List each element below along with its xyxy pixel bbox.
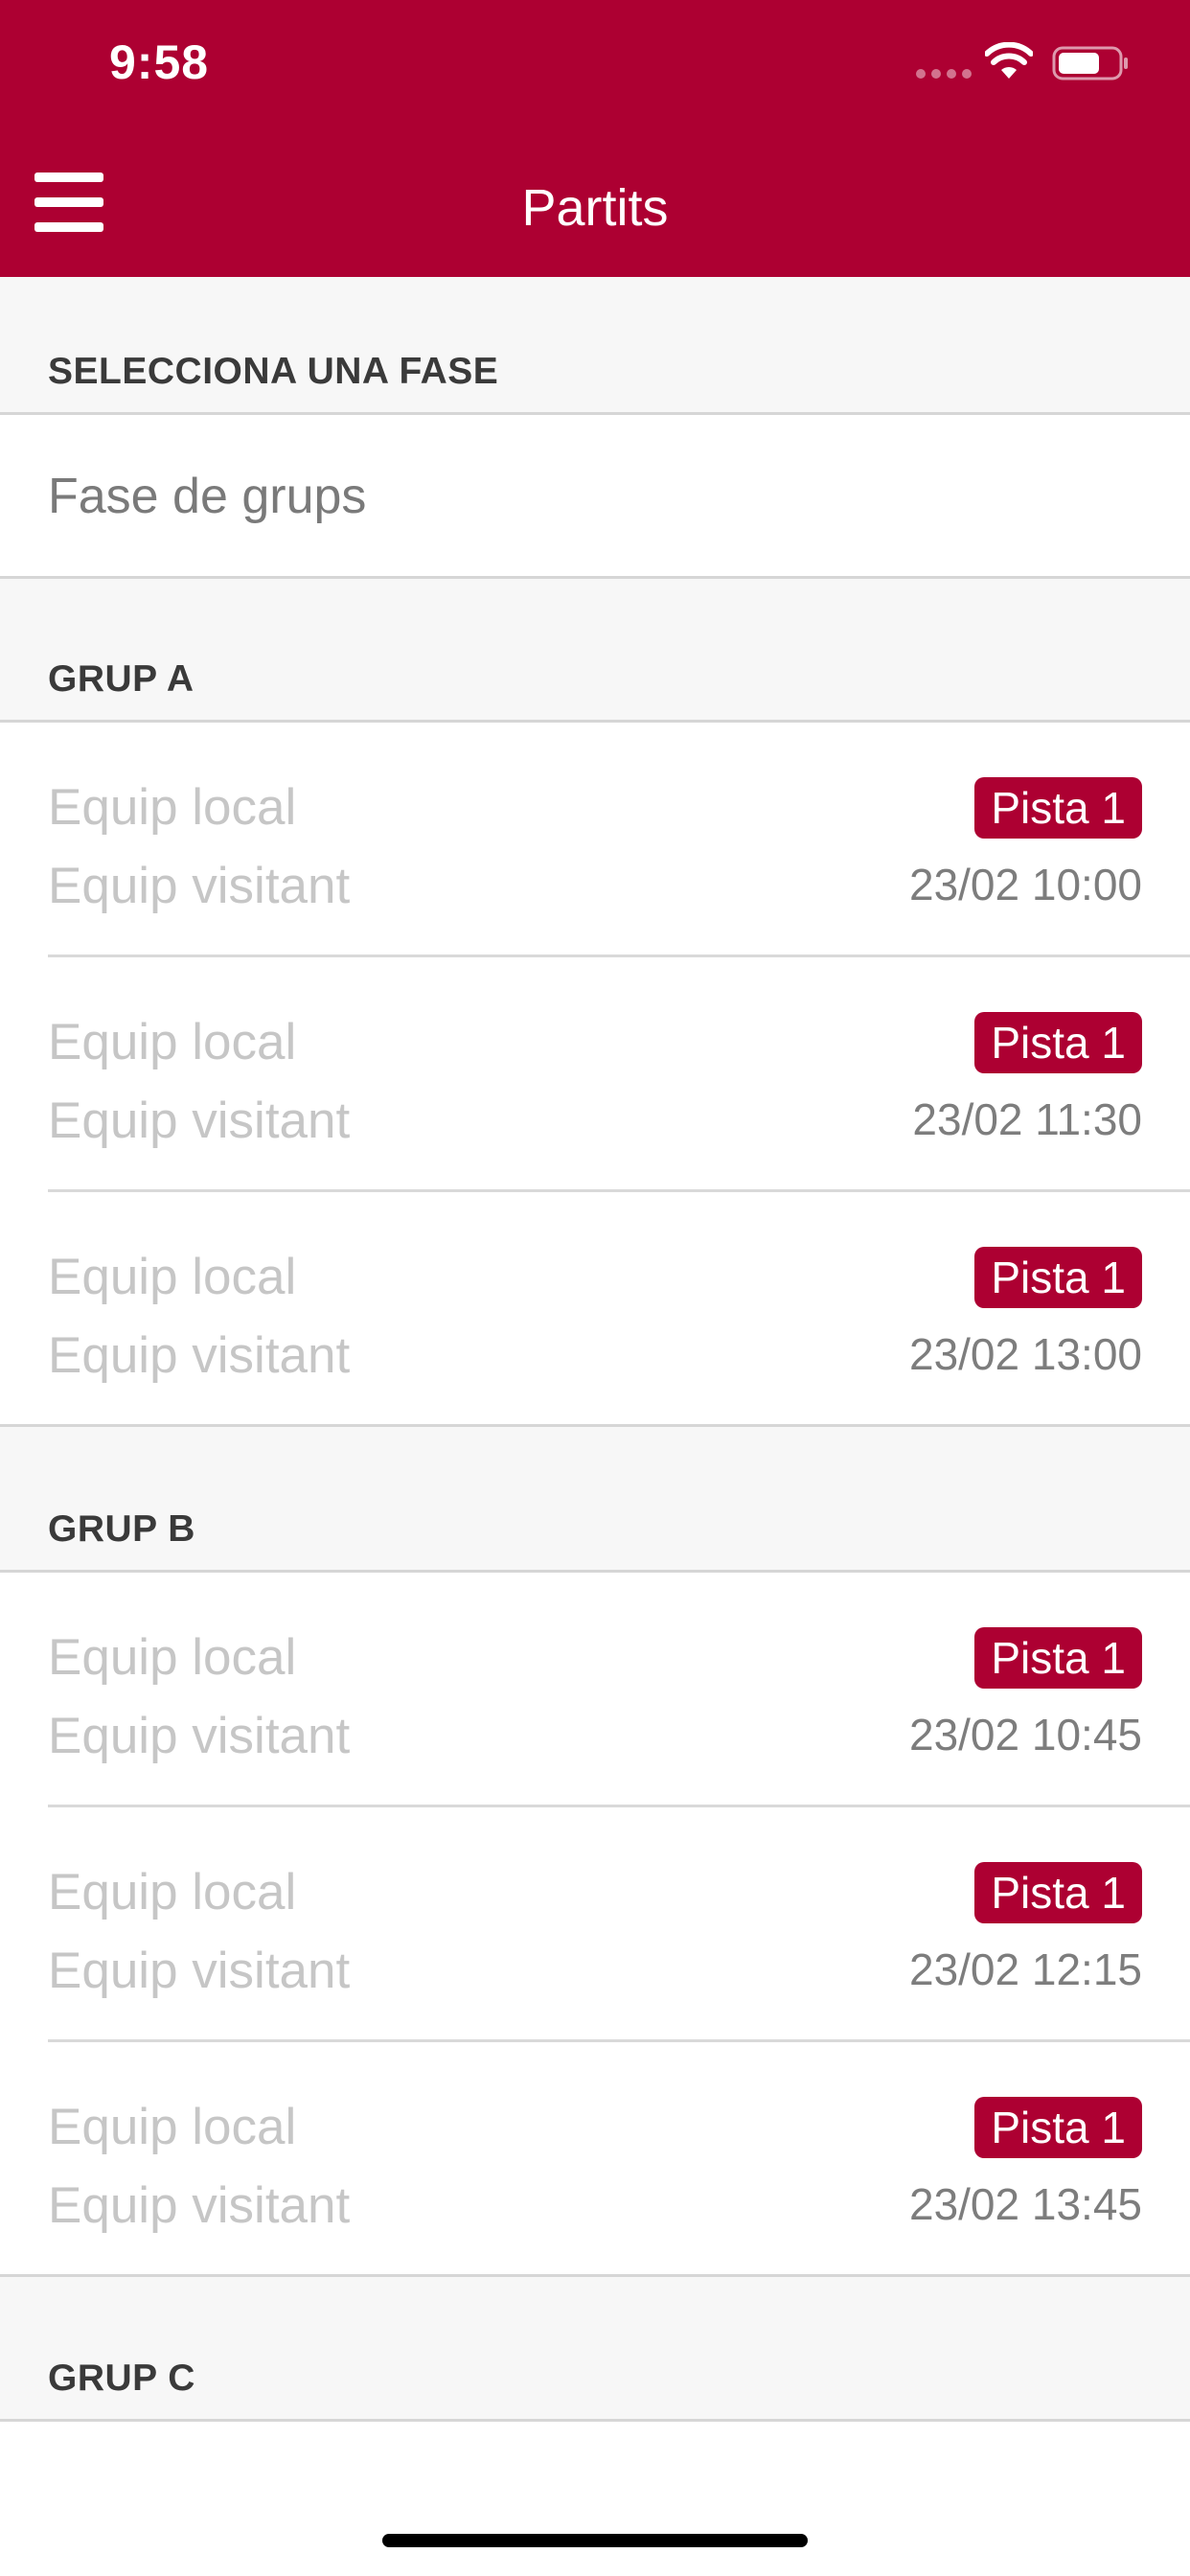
match-datetime: 23/02 13:00 [908, 1329, 1142, 1379]
match-datetime: 23/02 11:30 [912, 1094, 1142, 1144]
match-datetime: 23/02 10:00 [908, 860, 1142, 909]
group-name: GRUP A [48, 658, 195, 700]
home-team: Equip local [48, 1629, 297, 1686]
home-team: Equip local [48, 2099, 297, 2155]
match-datetime: 23/02 12:15 [908, 1944, 1142, 1994]
phase-selector[interactable]: Fase de grups [0, 415, 1190, 579]
match-row[interactable]: Equip local Equip visitant Pista 1 23/02… [0, 957, 1190, 1192]
match-row[interactable]: Equip local Equip visitant Pista 1 23/02… [0, 1573, 1190, 1807]
away-team: Equip visitant [48, 858, 351, 914]
wifi-icon [985, 42, 1033, 79]
group-header: GRUP B [0, 1427, 1190, 1573]
home-team: Equip local [48, 779, 297, 836]
group-header: GRUP A [0, 579, 1190, 723]
match-row[interactable]: Equip local Equip visitant Pista 1 23/02… [0, 1807, 1190, 2042]
away-team: Equip visitant [48, 1708, 351, 1764]
app-header: 9:58 Partits [0, 0, 1190, 277]
match-row[interactable]: Equip local Equip visitant Pista 1 23/02… [0, 2042, 1190, 2277]
away-team: Equip visitant [48, 1092, 351, 1149]
battery-icon [1052, 46, 1128, 80]
phase-selected-value: Fase de grups [48, 469, 367, 524]
page-title: Partits [521, 179, 669, 237]
phase-section-header: SELECCIONA UNA FASE [0, 277, 1190, 415]
match-datetime: 23/02 13:45 [908, 2179, 1142, 2229]
match-row[interactable]: Equip local Equip visitant Pista 1 23/02… [0, 723, 1190, 957]
away-team: Equip visitant [48, 1327, 351, 1384]
court-badge: Pista 1 [974, 1247, 1142, 1308]
court-badge: Pista 1 [974, 2097, 1142, 2158]
away-team: Equip visitant [48, 2177, 351, 2234]
cellular-signal-icon [916, 69, 972, 79]
group-name: GRUP C [48, 2358, 195, 2399]
home-team: Equip local [48, 1249, 297, 1305]
match-row[interactable]: Equip local Equip visitant Pista 1 23/02… [0, 1192, 1190, 1427]
home-indicator[interactable] [382, 2534, 808, 2547]
away-team: Equip visitant [48, 1943, 351, 1999]
match-datetime: 23/02 10:45 [908, 1710, 1142, 1760]
court-badge: Pista 1 [974, 777, 1142, 839]
status-time: 9:58 [109, 35, 210, 89]
home-team: Equip local [48, 1864, 297, 1920]
group-name: GRUP B [48, 1508, 195, 1550]
court-badge: Pista 1 [974, 1627, 1142, 1689]
group-header: GRUP C [0, 2277, 1190, 2422]
court-badge: Pista 1 [974, 1012, 1142, 1073]
home-team: Equip local [48, 1014, 297, 1070]
court-badge: Pista 1 [974, 1862, 1142, 1923]
phase-section-label: SELECCIONA UNA FASE [48, 351, 499, 392]
